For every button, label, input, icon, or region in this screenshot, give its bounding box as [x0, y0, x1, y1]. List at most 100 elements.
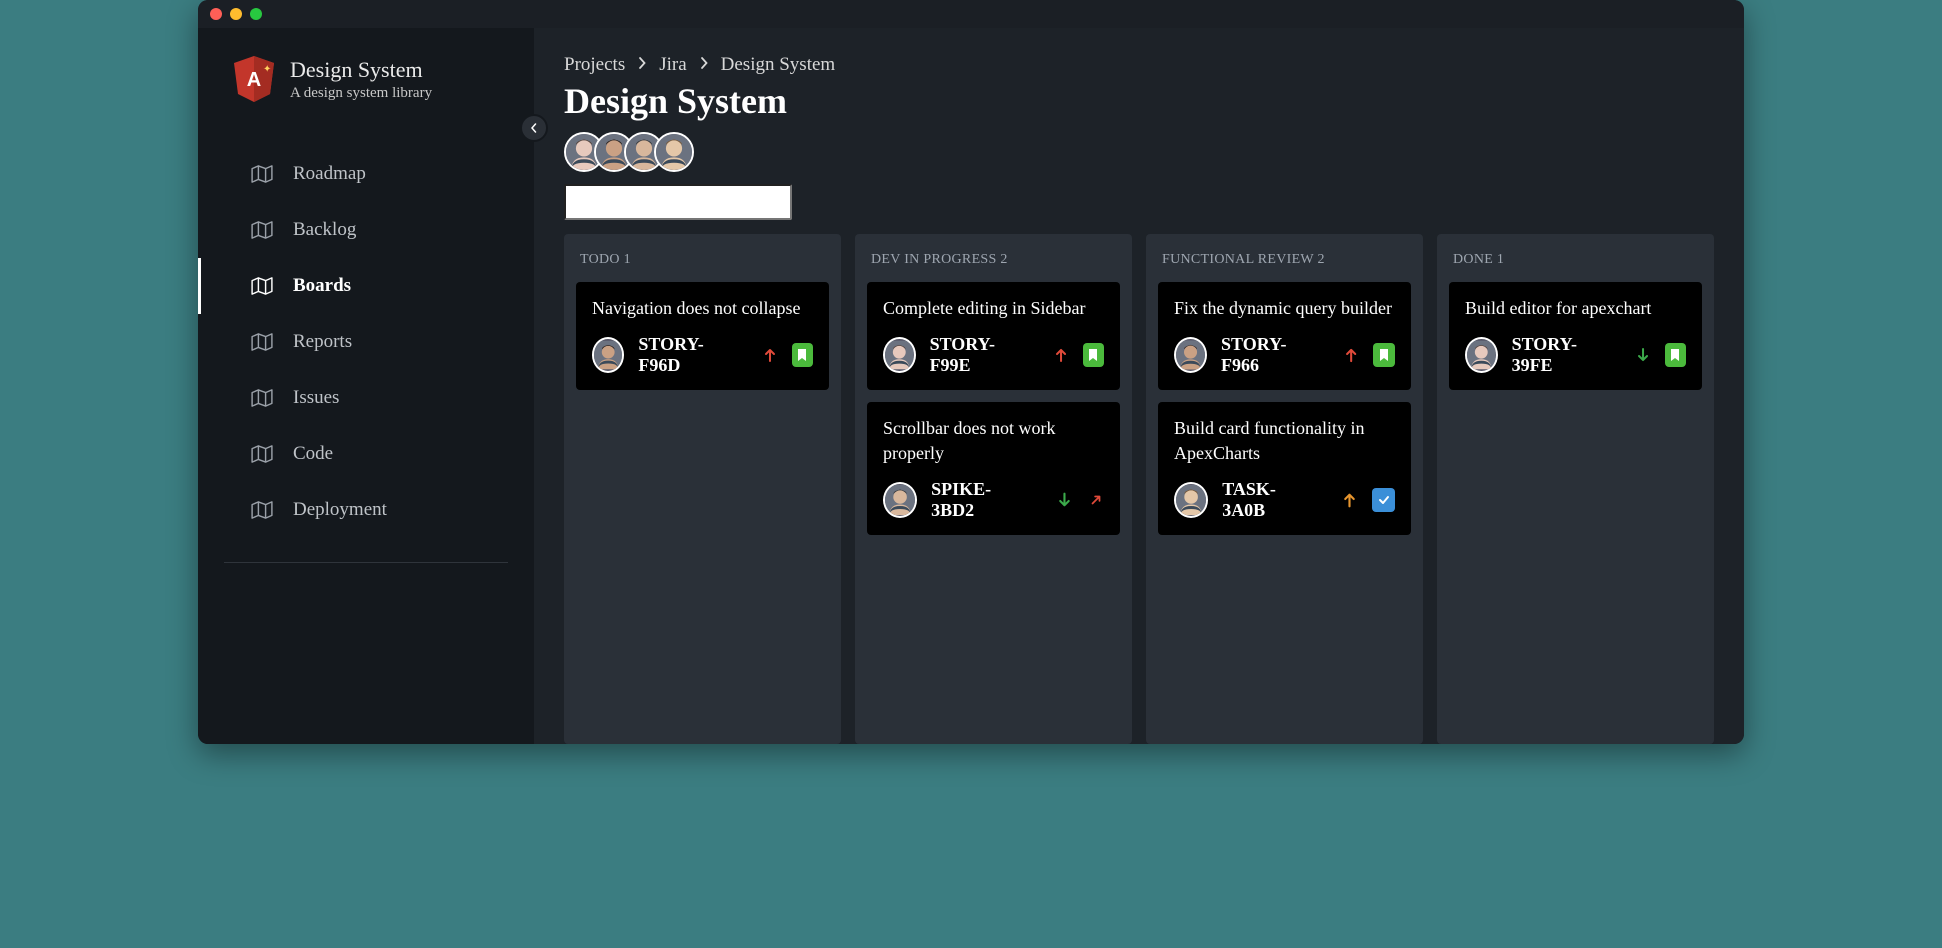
sidebar-item-issues[interactable]: Issues: [198, 370, 534, 426]
angular-logo-icon: A✦: [234, 56, 274, 102]
window-titlebar: [198, 0, 1744, 28]
map-icon: [251, 389, 273, 407]
priority-icon: [1056, 491, 1073, 509]
sidebar: A✦ Design System A design system library…: [198, 28, 534, 744]
card-footer: STORY-39FE: [1465, 334, 1686, 376]
board-card[interactable]: Build card functionality in ApexCharts T…: [1158, 402, 1411, 535]
column-title: FUNCTIONAL REVIEW 2: [1158, 246, 1411, 282]
map-icon: [251, 445, 273, 463]
priority-icon: [762, 346, 778, 364]
team-avatar[interactable]: [654, 132, 694, 172]
card-footer: STORY-F966: [1174, 334, 1395, 376]
assignee-avatar[interactable]: [883, 482, 917, 518]
map-icon: [251, 221, 273, 239]
sidebar-nav: Roadmap Backlog Boards Reports Issues Code Dep…: [198, 146, 534, 538]
ticket-id: TASK-3A0B: [1222, 479, 1313, 521]
project-desc: A design system library: [290, 85, 432, 102]
svg-text:✦: ✦: [263, 64, 271, 75]
card-footer: TASK-3A0B: [1174, 479, 1395, 521]
ticket-id: STORY-39FE: [1512, 334, 1607, 376]
card-footer: STORY-F96D: [592, 334, 813, 376]
sidebar-item-label: Reports: [293, 331, 352, 353]
sidebar-item-label: Deployment: [293, 499, 387, 521]
board-column: DONE 1 Build editor for apexchart STORY-…: [1437, 234, 1714, 744]
minimize-window-button[interactable]: [230, 8, 242, 20]
board-card[interactable]: Scrollbar does not work properly SPIKE-3…: [867, 402, 1120, 535]
sidebar-item-label: Code: [293, 443, 333, 465]
card-footer: SPIKE-3BD2: [883, 479, 1104, 521]
card-title: Navigation does not collapse: [592, 296, 813, 320]
breadcrumb-item[interactable]: Design System: [721, 54, 836, 76]
app-window: A✦ Design System A design system library…: [198, 0, 1744, 744]
board-column: TODO 1 Navigation does not collapse STOR…: [564, 234, 841, 744]
chevron-right-icon: [699, 54, 709, 76]
card-title: Build editor for apexchart: [1465, 296, 1686, 320]
close-window-button[interactable]: [210, 8, 222, 20]
chevron-right-icon: [637, 54, 647, 76]
sidebar-collapse-button[interactable]: [520, 114, 548, 142]
maximize-window-button[interactable]: [250, 8, 262, 20]
story-type-icon: [1083, 343, 1104, 367]
sidebar-item-reports[interactable]: Reports: [198, 314, 534, 370]
priority-icon: [1053, 346, 1069, 364]
spike-type-icon: [1087, 491, 1104, 509]
board-column: FUNCTIONAL REVIEW 2 Fix the dynamic quer…: [1146, 234, 1423, 744]
sidebar-item-deployment[interactable]: Deployment: [198, 482, 534, 538]
sidebar-item-label: Roadmap: [293, 163, 366, 185]
card-title: Fix the dynamic query builder: [1174, 296, 1395, 320]
board-card[interactable]: Build editor for apexchart STORY-39FE: [1449, 282, 1702, 390]
assignee-avatar[interactable]: [1174, 337, 1207, 373]
assignee-avatar[interactable]: [1174, 482, 1208, 518]
project-name: Design System: [290, 57, 432, 83]
sidebar-item-label: Boards: [293, 275, 351, 297]
story-type-icon: [1373, 343, 1395, 367]
chevron-left-icon: [529, 123, 539, 133]
column-title: DEV IN PROGRESS 2: [867, 246, 1120, 282]
breadcrumb: Projects Jira Design System: [564, 54, 1714, 76]
story-type-icon: [792, 343, 813, 367]
priority-icon: [1343, 346, 1359, 364]
card-title: Complete editing in Sidebar: [883, 296, 1104, 320]
page-title: Design System: [564, 80, 1714, 122]
breadcrumb-item[interactable]: Projects: [564, 54, 625, 76]
assignee-avatar[interactable]: [883, 337, 916, 373]
ticket-id: STORY-F966: [1221, 334, 1315, 376]
project-header: A✦ Design System A design system library: [198, 56, 534, 112]
column-title: TODO 1: [576, 246, 829, 282]
ticket-id: SPIKE-3BD2: [931, 479, 1028, 521]
board-column: DEV IN PROGRESS 2 Complete editing in Si…: [855, 234, 1132, 744]
board-card[interactable]: Fix the dynamic query builder STORY-F966: [1158, 282, 1411, 390]
board-card[interactable]: Complete editing in Sidebar STORY-F99E: [867, 282, 1120, 390]
map-icon: [251, 501, 273, 519]
priority-icon: [1635, 346, 1651, 364]
column-title: DONE 1: [1449, 246, 1702, 282]
traffic-lights: [210, 8, 262, 20]
sidebar-item-boards[interactable]: Boards: [198, 258, 534, 314]
card-footer: STORY-F99E: [883, 334, 1104, 376]
task-type-icon: [1372, 488, 1395, 512]
team-avatars: [564, 132, 1714, 172]
card-title: Build card functionality in ApexCharts: [1174, 416, 1395, 465]
ticket-id: STORY-F99E: [930, 334, 1025, 376]
main-content: ProjectsJiraDesign System Design System …: [534, 28, 1744, 744]
kanban-board: TODO 1 Navigation does not collapse STOR…: [564, 234, 1714, 744]
story-type-icon: [1665, 343, 1686, 367]
sidebar-item-backlog[interactable]: Backlog: [198, 202, 534, 258]
ticket-id: STORY-F96D: [638, 334, 733, 376]
board-card[interactable]: Navigation does not collapse STORY-F96D: [576, 282, 829, 390]
assignee-avatar[interactable]: [592, 337, 624, 373]
sidebar-item-code[interactable]: Code: [198, 426, 534, 482]
priority-icon: [1341, 491, 1358, 509]
map-icon: [251, 333, 273, 351]
search-input[interactable]: [564, 184, 792, 220]
card-title: Scrollbar does not work properly: [883, 416, 1104, 465]
sidebar-item-label: Issues: [293, 387, 339, 409]
map-icon: [251, 165, 273, 183]
breadcrumb-item[interactable]: Jira: [659, 54, 686, 76]
sidebar-item-roadmap[interactable]: Roadmap: [198, 146, 534, 202]
sidebar-divider: [224, 562, 508, 563]
assignee-avatar[interactable]: [1465, 337, 1498, 373]
sidebar-item-label: Backlog: [293, 219, 356, 241]
map-icon: [251, 277, 273, 295]
svg-text:A: A: [247, 69, 261, 91]
